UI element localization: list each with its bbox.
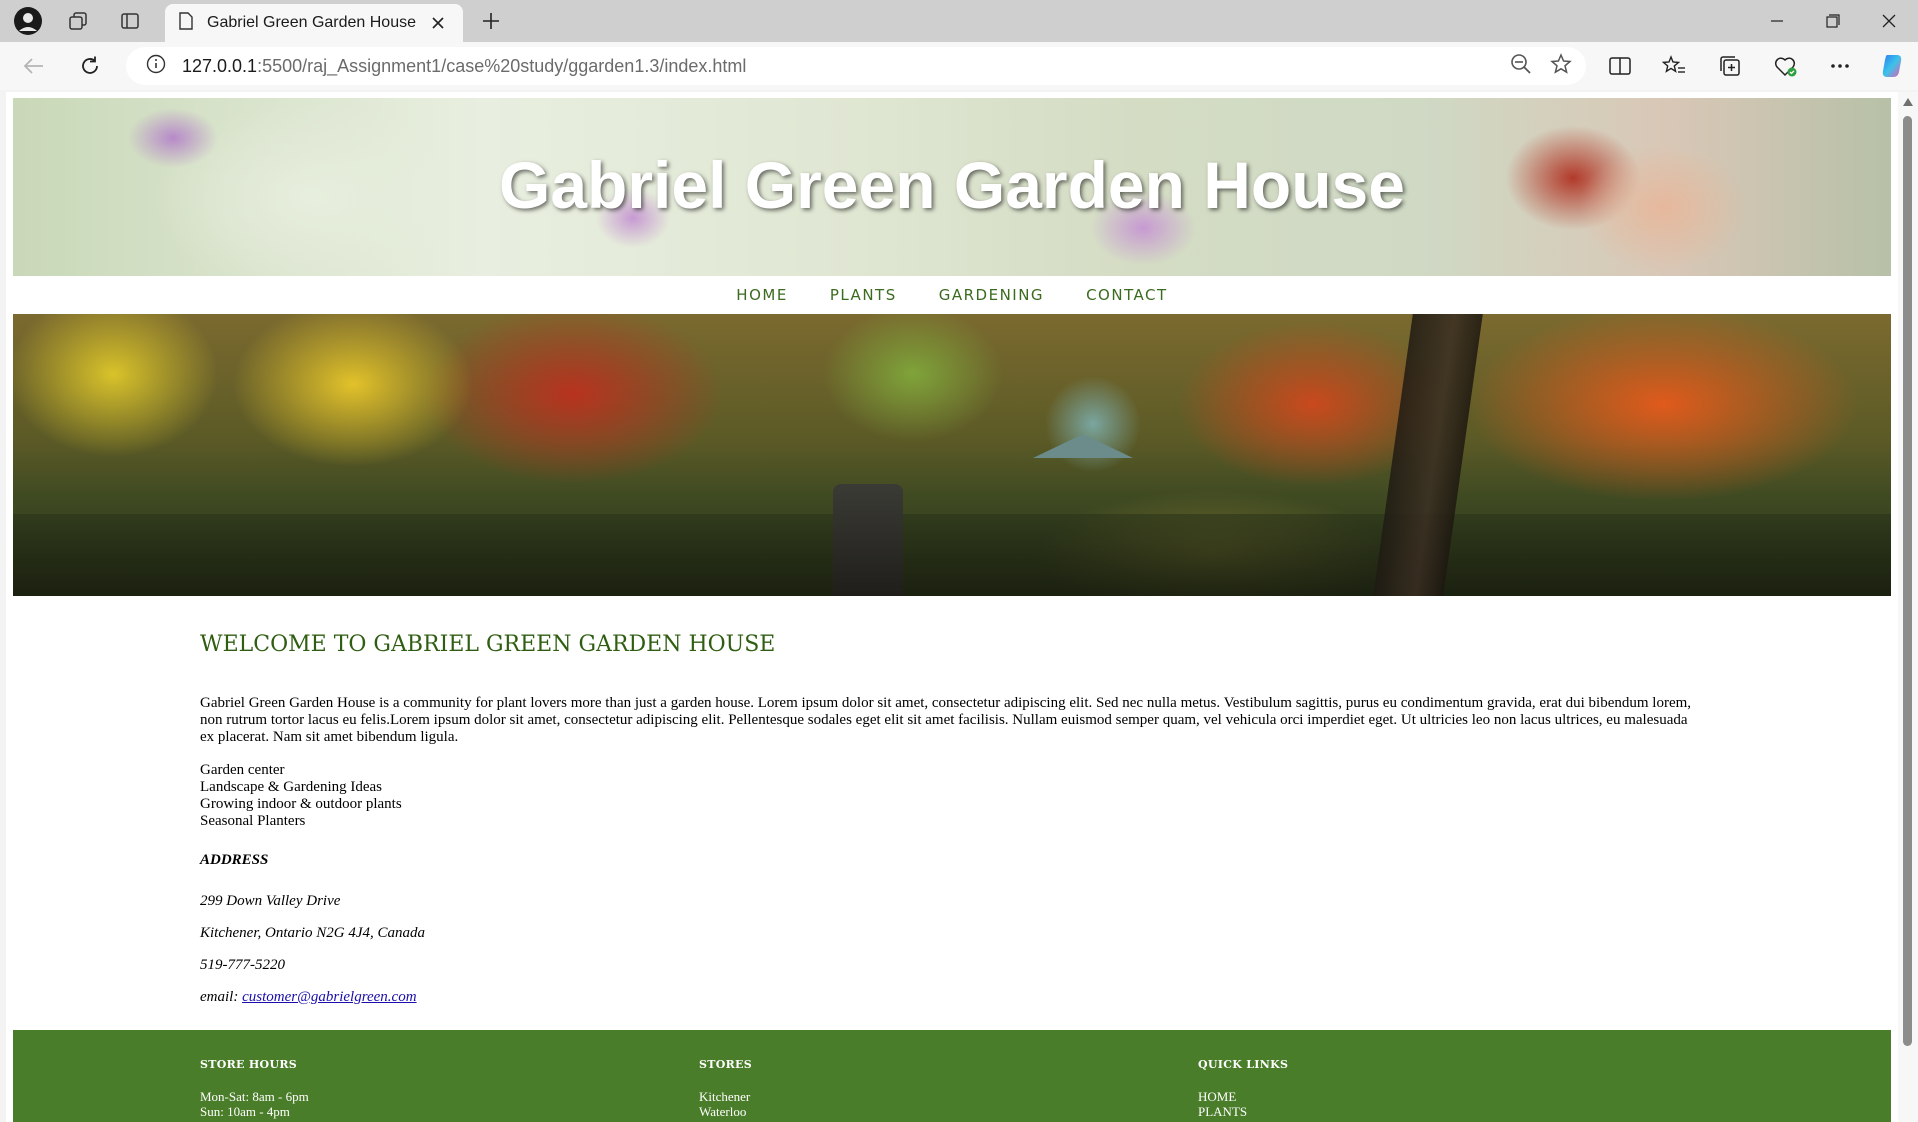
footer-links-heading: QUICK LINKS — [1198, 1058, 1289, 1071]
footer-store-hours: STORE HOURS Mon-Sat: 8am - 6pm Sun: 10am… — [200, 1058, 309, 1119]
vertical-scrollbar[interactable] — [1898, 92, 1918, 1122]
nav-contact[interactable]: CONTACT — [1086, 286, 1168, 304]
nav-home[interactable]: HOME — [736, 286, 788, 304]
footer-link-home[interactable]: HOME — [1198, 1089, 1288, 1104]
workspaces-icon[interactable] — [62, 8, 94, 34]
tab-title: Gabriel Green Garden House — [207, 14, 416, 31]
address-phone: 519-777-5220 — [200, 957, 285, 973]
footer-hours-line: Mon-Sat: 8am - 6pm — [200, 1089, 309, 1104]
footer-stores: STORES Kitchener Waterloo — [699, 1058, 752, 1119]
address-email: email: customer@gabrielgreen.com — [200, 989, 1700, 1006]
split-screen-icon[interactable] — [1602, 50, 1638, 82]
minimize-button[interactable] — [1754, 6, 1800, 36]
footer-store-item: Waterloo — [699, 1104, 747, 1119]
new-tab-button[interactable] — [476, 8, 506, 34]
nav-gardening[interactable]: GARDENING — [939, 286, 1044, 304]
site-title: Gabriel Green Garden House — [499, 148, 1405, 222]
page-icon — [179, 11, 193, 35]
refresh-button[interactable] — [72, 50, 108, 82]
active-tab[interactable]: Gabriel Green Garden House — [165, 4, 463, 42]
hero-pavilion — [1033, 434, 1133, 458]
footer-stores-heading: STORES — [699, 1058, 752, 1071]
scroll-up-arrow-icon[interactable] — [1903, 98, 1913, 106]
favorites-icon[interactable] — [1656, 50, 1692, 82]
footer-hours-line: Sun: 10am - 4pm — [200, 1104, 290, 1119]
copilot-icon[interactable] — [1874, 50, 1910, 82]
services-list: Garden center Landscape & Gardening Idea… — [200, 762, 1700, 830]
footer-quick-links: QUICK LINKS HOME PLANTS — [1198, 1058, 1288, 1119]
zoom-out-icon[interactable] — [1510, 53, 1532, 80]
intro-paragraph: Gabriel Green Garden House is a communit… — [200, 695, 1692, 745]
address-heading: ADDRESS — [200, 852, 269, 868]
url-text: 127.0.0.1:5500/raj_Assignment1/case%20st… — [182, 55, 747, 76]
url-field[interactable]: 127.0.0.1:5500/raj_Assignment1/case%20st… — [126, 47, 1586, 85]
main-nav: HOME PLANTS GARDENING CONTACT — [13, 276, 1891, 314]
footer-link-plants[interactable]: PLANTS — [1198, 1104, 1288, 1119]
hero-lantern — [833, 484, 903, 596]
favorite-star-icon[interactable] — [1550, 53, 1572, 80]
address-city: Kitchener, Ontario N2G 4J4, Canada — [200, 925, 425, 941]
header-banner: Gabriel Green Garden House — [13, 98, 1891, 276]
nav-plants[interactable]: PLANTS — [830, 286, 897, 304]
more-menu-icon[interactable] — [1822, 50, 1858, 82]
service-item: Seasonal Planters — [200, 813, 306, 829]
site-info-icon[interactable] — [146, 54, 166, 79]
welcome-heading: WELCOME TO GABRIEL GREEN GARDEN HOUSE — [200, 632, 776, 657]
scroll-thumb[interactable] — [1903, 116, 1912, 1046]
hero-garden-image — [13, 314, 1891, 596]
service-item: Growing indoor & outdoor plants — [200, 796, 402, 812]
back-button[interactable] — [16, 50, 52, 82]
tab-actions-icon[interactable] — [114, 8, 146, 34]
service-item: Garden center — [200, 762, 285, 778]
footer-hours-heading: STORE HOURS — [200, 1058, 298, 1071]
address-toolbar: 127.0.0.1:5500/raj_Assignment1/case%20st… — [0, 42, 1918, 90]
restore-button[interactable] — [1810, 6, 1856, 36]
collections-icon[interactable] — [1712, 50, 1748, 82]
browser-tab-bar: Gabriel Green Garden House — [0, 0, 1918, 42]
service-item: Landscape & Gardening Ideas — [200, 779, 383, 795]
main-content: WELCOME TO GABRIEL GREEN GARDEN HOUSE Ga… — [200, 632, 1700, 1006]
close-tab-icon[interactable] — [427, 12, 449, 34]
hero-pond — [13, 514, 1891, 596]
footer-store-item: Kitchener — [699, 1089, 751, 1104]
close-window-button[interactable] — [1866, 6, 1912, 36]
address-street: 299 Down Valley Drive — [200, 893, 341, 909]
browser-essentials-icon[interactable] — [1768, 50, 1804, 82]
profile-avatar-icon[interactable] — [12, 7, 44, 35]
email-link[interactable]: customer@gabrielgreen.com — [242, 989, 416, 1005]
page-viewport: Gabriel Green Garden House HOME PLANTS G… — [6, 92, 1898, 1122]
email-label: email: — [200, 989, 239, 1005]
site-footer: STORE HOURS Mon-Sat: 8am - 6pm Sun: 10am… — [13, 1030, 1891, 1122]
